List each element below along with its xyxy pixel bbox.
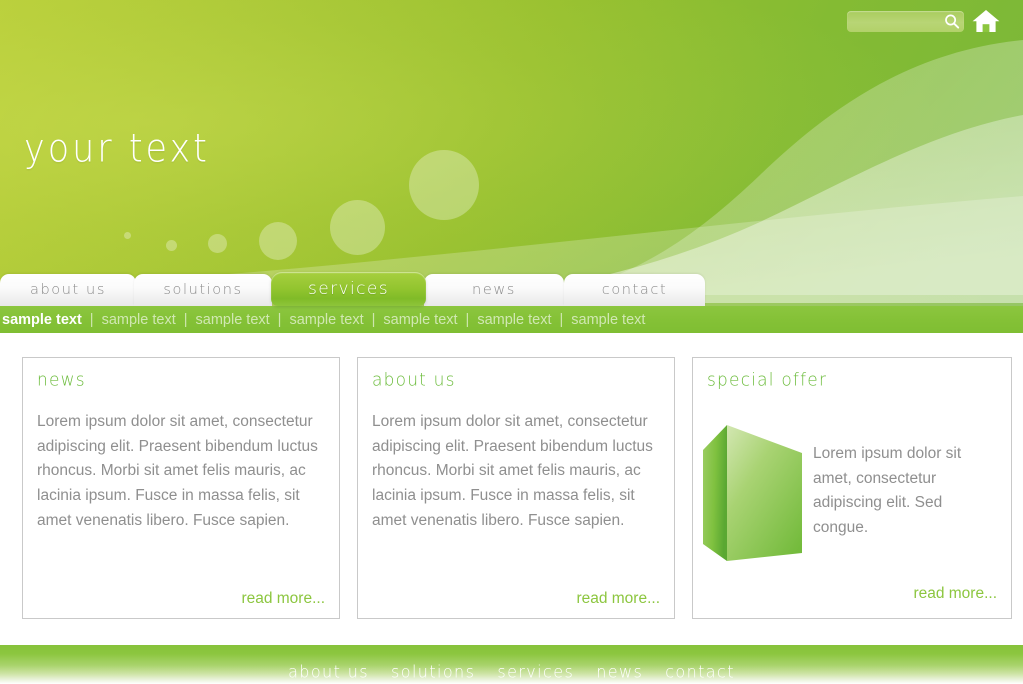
tab-label: contact <box>601 282 668 298</box>
site-footer: about us solutions services news contact <box>0 645 1023 684</box>
card-body-text: Lorem ipsum dolor sit amet, consectetur … <box>372 413 653 529</box>
decor-bubble <box>208 234 227 253</box>
decor-bubble <box>409 150 479 220</box>
footer-link-news[interactable]: news <box>596 661 643 681</box>
card-body-text: Lorem ipsum dolor sit amet, consectetur … <box>813 445 962 537</box>
card-title: about us <box>372 370 456 391</box>
subnav-item-4[interactable]: sample text <box>289 312 363 328</box>
home-button[interactable] <box>971 8 1001 34</box>
card-title: special offer <box>707 370 828 391</box>
subnav-item-6[interactable]: sample text <box>477 312 551 328</box>
subnav-separator: | <box>89 311 94 328</box>
card-news: news Lorem ipsum dolor sit amet, consect… <box>22 357 340 619</box>
tab-label: services <box>308 279 389 299</box>
subnav-separator: | <box>559 311 564 328</box>
tab-contact[interactable]: contact <box>564 274 705 306</box>
card-special-offer: special offer Lorem ipsum dolor sit amet… <box>692 357 1012 619</box>
home-icon <box>972 10 1000 32</box>
footer-link-solutions[interactable]: solutions <box>391 661 475 681</box>
search-box[interactable] <box>847 11 964 34</box>
decor-bubble <box>166 240 177 251</box>
read-more-link[interactable]: read more... <box>913 585 997 603</box>
card-body-text: Lorem ipsum dolor sit amet, consectetur … <box>37 413 318 529</box>
card-about-us: about us Lorem ipsum dolor sit amet, con… <box>357 357 675 619</box>
footer-navigation: about us solutions services news contact <box>288 661 735 681</box>
subnav-separator: | <box>183 311 188 328</box>
subnav-item-7[interactable]: sample text <box>571 312 645 328</box>
decor-bubble <box>124 232 131 239</box>
subnav-separator: | <box>465 311 470 328</box>
decor-bubble <box>330 200 385 255</box>
subnav-separator: | <box>277 311 282 328</box>
search-input[interactable] <box>853 11 945 34</box>
read-more-link[interactable]: read more... <box>576 590 660 608</box>
footer-link-about-us[interactable]: about us <box>288 661 369 681</box>
subnav-item-1[interactable]: sample text <box>2 312 82 328</box>
tab-news[interactable]: news <box>424 274 564 306</box>
search-icon <box>945 14 960 29</box>
page-root: your text about us solutions services ne… <box>0 0 1023 684</box>
subnav-item-2[interactable]: sample text <box>102 312 176 328</box>
card-title: news <box>37 370 86 391</box>
tab-services[interactable]: services <box>271 272 426 306</box>
main-tab-bar: about us solutions services news contact <box>0 272 1023 306</box>
search-button[interactable] <box>943 13 961 30</box>
decor-bubble <box>259 222 297 260</box>
hero-header: your text <box>0 0 1023 306</box>
content-area: news Lorem ipsum dolor sit amet, consect… <box>0 333 1023 645</box>
footer-link-contact[interactable]: contact <box>665 661 735 681</box>
read-more-link[interactable]: read more... <box>241 590 325 608</box>
footer-link-services[interactable]: services <box>497 661 574 681</box>
sub-navigation-bar: sample text | sample text | sample text … <box>0 306 1023 333</box>
product-box-3d-image <box>703 425 802 561</box>
subnav-separator: | <box>371 311 376 328</box>
tab-about-us[interactable]: about us <box>0 274 136 306</box>
site-logo: your text <box>24 127 210 172</box>
tab-solutions[interactable]: solutions <box>134 274 272 306</box>
tab-label: solutions <box>163 282 243 298</box>
tab-label: news <box>472 282 516 298</box>
subnav-item-3[interactable]: sample text <box>196 312 270 328</box>
subnav-item-5[interactable]: sample text <box>383 312 457 328</box>
tab-label: about us <box>30 282 106 298</box>
